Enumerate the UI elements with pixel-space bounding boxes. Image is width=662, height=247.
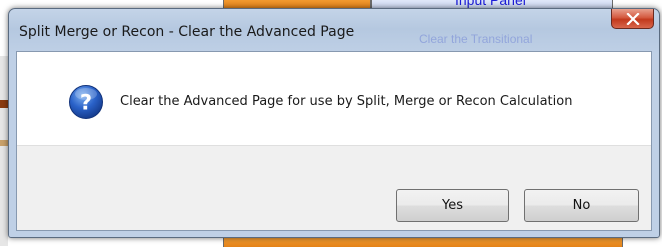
background-transitional-label: Clear the Transitional: [419, 32, 533, 46]
svg-text:?: ?: [80, 91, 92, 115]
background-left-marker: [0, 100, 8, 108]
background-left-strip: [0, 56, 8, 246]
dialog-title-bar[interactable]: Split Merge or Recon - Clear the Advance…: [9, 9, 659, 51]
confirm-dialog: Split Merge or Recon - Clear the Advance…: [8, 8, 660, 238]
dialog-title: Split Merge or Recon - Clear the Advance…: [19, 24, 355, 40]
question-icon: ?: [69, 85, 103, 119]
close-icon: [625, 12, 640, 25]
dialog-client-area: ? Clear the Advanced Page for use by Spl…: [16, 51, 652, 231]
dialog-message-area: ? Clear the Advanced Page for use by Spl…: [17, 52, 651, 146]
yes-button-label: Yes: [442, 198, 463, 213]
no-button[interactable]: No: [524, 189, 639, 222]
background-input-panel-label: Input Panel: [455, 0, 526, 8]
background-left-marker: [0, 140, 8, 146]
yes-button[interactable]: Yes: [396, 189, 509, 222]
no-button-label: No: [572, 198, 591, 213]
dialog-message: Clear the Advanced Page for use by Split…: [120, 94, 573, 109]
close-button[interactable]: [611, 9, 654, 29]
